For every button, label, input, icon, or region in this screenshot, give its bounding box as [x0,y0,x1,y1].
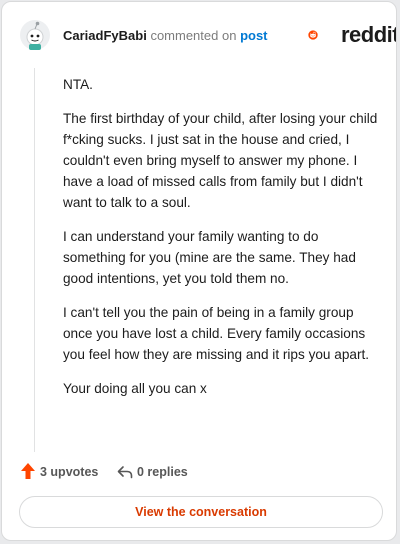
post-link[interactable]: post [240,28,267,43]
comment-card: CariadFyBabi commented on post reddit NT… [1,1,397,541]
view-conversation-label: View the conversation [135,505,267,519]
view-conversation-button[interactable]: View the conversation [19,496,383,528]
thread-line [34,68,35,452]
comment-actions: 3 upvotes 0 replies [20,462,380,484]
comment-paragraph: NTA. [63,77,93,92]
reddit-wordmark: reddit [341,22,397,47]
comment-header: CariadFyBabi commented on post reddit [2,2,396,66]
comment-meta: CariadFyBabi commented on post [63,28,268,44]
comment-body: NTA. The first birthday of your child, a… [63,74,378,412]
snoo-avatar-icon[interactable] [20,20,50,50]
upvote-arrow-icon[interactable] [20,462,36,480]
upvote-count[interactable]: 3 upvotes [40,465,98,479]
action-text: commented on [150,28,237,43]
reply-count[interactable]: 0 replies [137,465,188,479]
author-name[interactable]: CariadFyBabi [63,28,147,43]
reply-arrow-icon[interactable] [117,464,133,480]
comment-paragraph: I can't tell you the pain of being in a … [63,305,370,362]
reddit-logo-icon[interactable] [308,21,336,49]
comment-paragraph: Your doing all you can x [63,381,207,396]
comment-paragraph: The first birthday of your child, after … [63,111,378,210]
comment-paragraph: I can understand your family wanting to … [63,229,356,286]
